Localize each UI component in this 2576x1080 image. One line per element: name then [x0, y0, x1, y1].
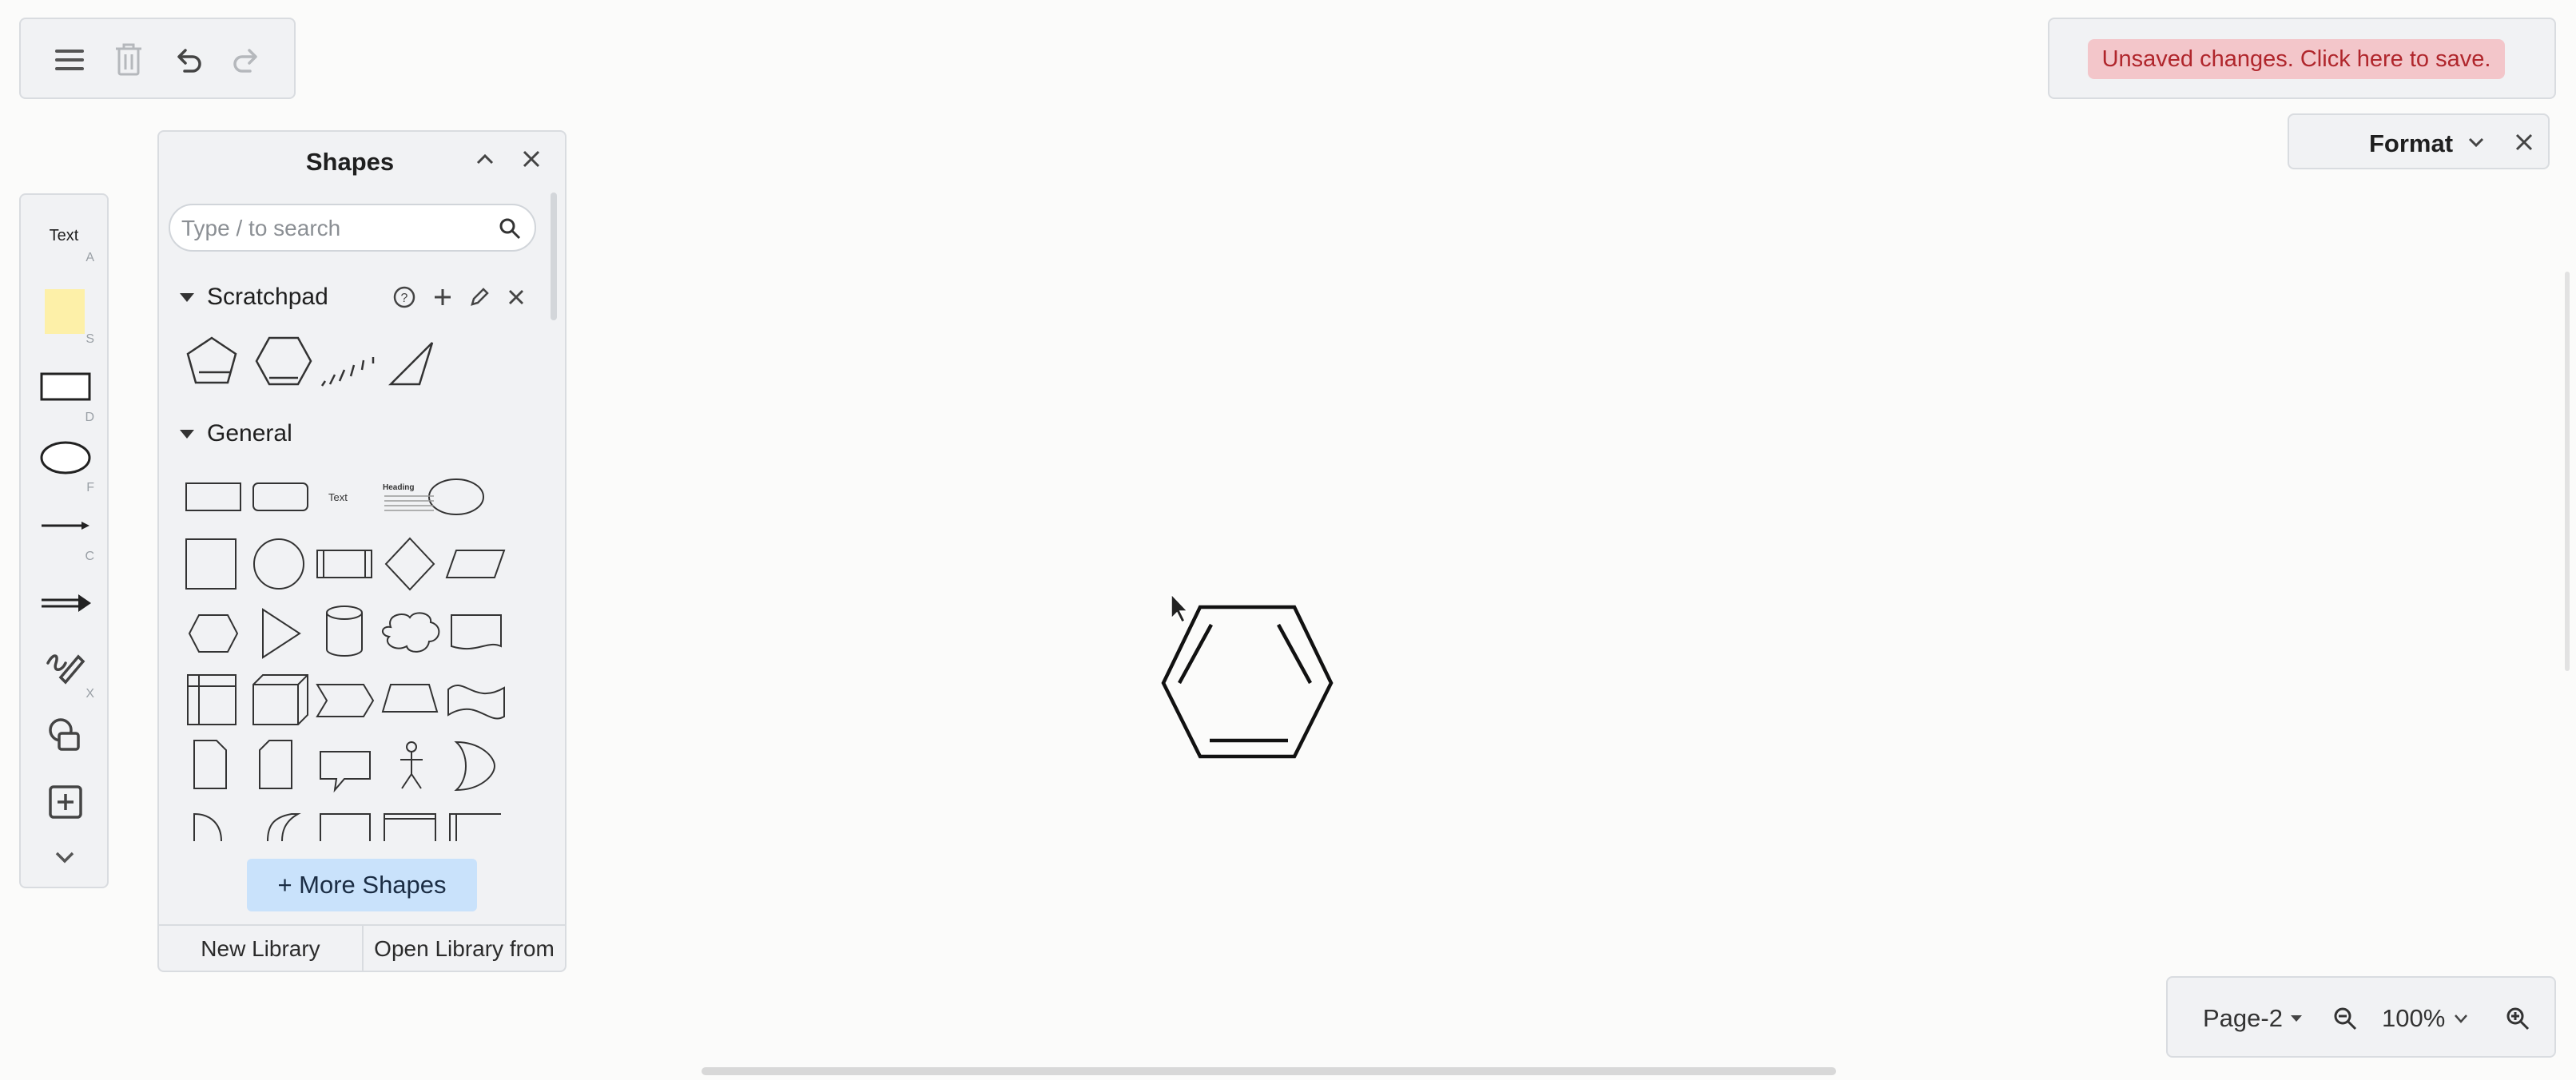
- more-shapes-button[interactable]: + More Shapes: [247, 859, 477, 911]
- edit-icon[interactable]: [466, 284, 493, 311]
- caret-down-icon: [2289, 1014, 2304, 1023]
- delete-icon[interactable]: [109, 40, 149, 80]
- shortcut-hint: C: [85, 550, 94, 563]
- close-icon[interactable]: [503, 284, 530, 311]
- close-icon[interactable]: [519, 146, 544, 172]
- line-tool[interactable]: C: [21, 508, 107, 572]
- benzene-hexagon[interactable]: [1161, 605, 1334, 759]
- arrow-icon: [42, 594, 91, 612]
- ellipse-tool[interactable]: F: [21, 438, 107, 502]
- close-icon[interactable]: [2511, 129, 2537, 155]
- caret-down-icon[interactable]: [180, 430, 194, 439]
- chevron-down-icon[interactable]: [2465, 131, 2487, 153]
- page-zoom-bar: Page-2 100%: [2166, 976, 2556, 1058]
- unsaved-changes-button[interactable]: Unsaved changes. Click here to save.: [2088, 39, 2505, 79]
- sticky-note-tool[interactable]: S: [21, 289, 107, 353]
- undo-icon[interactable]: [168, 40, 208, 80]
- text-tool-label: Text: [49, 227, 79, 244]
- open-library-button[interactable]: Open Library from: [364, 926, 565, 972]
- zoom-value: 100%: [2382, 1004, 2446, 1032]
- arrow-tool[interactable]: [21, 580, 107, 633]
- scratchpad-shapes[interactable]: [181, 332, 445, 391]
- freehand-icon: [46, 654, 85, 685]
- panel-scrollbar[interactable]: [551, 193, 557, 320]
- heading-shape-label: Heading: [383, 483, 414, 492]
- shape-search: [169, 204, 536, 252]
- add-icon[interactable]: [429, 284, 456, 311]
- shapes-panel-footer: New Library Open Library from: [159, 924, 565, 974]
- text-shape-label: Text: [328, 491, 348, 503]
- search-input[interactable]: [180, 210, 487, 247]
- zoom-level-select[interactable]: 100%: [2382, 978, 2469, 1059]
- shortcut-hint: A: [85, 251, 94, 264]
- shortcut-hint: D: [85, 411, 94, 424]
- svg-text:?: ?: [401, 292, 408, 305]
- expand-tools-button[interactable]: [21, 840, 107, 877]
- format-panel: Format: [2288, 113, 2550, 169]
- format-title[interactable]: Format: [2369, 129, 2453, 158]
- shortcut-hint: S: [85, 332, 94, 346]
- ellipse-icon: [40, 441, 91, 474]
- line-icon: [42, 522, 89, 530]
- rectangle-tool[interactable]: D: [21, 369, 107, 430]
- general-title[interactable]: General: [207, 420, 292, 447]
- redo-icon[interactable]: [227, 40, 267, 80]
- freehand-tool[interactable]: X: [21, 639, 107, 703]
- menu-icon[interactable]: [50, 40, 89, 80]
- zoom-out-icon[interactable]: [2328, 978, 2363, 1059]
- shapes-panel: Shapes Scratchpad ?: [157, 130, 566, 972]
- tools-sidebar: Text A S D F C X: [19, 193, 109, 888]
- shortcut-hint: X: [85, 687, 94, 701]
- page-name: Page-2: [2203, 1004, 2283, 1032]
- text-tool[interactable]: Text A: [21, 227, 107, 283]
- shapes-icon: [49, 718, 80, 751]
- help-icon[interactable]: ?: [391, 284, 418, 311]
- caret-down-icon[interactable]: [180, 293, 194, 302]
- main-toolbar: [19, 18, 296, 99]
- plus-square-icon: [49, 785, 82, 819]
- general-shapes-grid[interactable]: Text Heading: [180, 466, 515, 841]
- new-library-button[interactable]: New Library: [159, 926, 364, 972]
- rectangle-icon: [40, 372, 91, 401]
- mouse-cursor-icon: [1171, 593, 1189, 624]
- shapes-tool[interactable]: [21, 711, 107, 759]
- collapse-panel-icon[interactable]: [472, 146, 498, 172]
- scratchpad-title[interactable]: Scratchpad: [207, 284, 328, 311]
- search-icon[interactable]: [496, 215, 523, 242]
- save-notice-panel: Unsaved changes. Click here to save.: [2048, 18, 2556, 99]
- chevron-down-icon: [2453, 1013, 2469, 1024]
- vertical-scrollbar[interactable]: [2565, 272, 2570, 671]
- page-selector[interactable]: Page-2: [2203, 978, 2304, 1059]
- sticky-note-icon: [45, 289, 85, 334]
- chevron-down-icon: [55, 852, 74, 864]
- shortcut-hint: F: [86, 481, 94, 494]
- zoom-in-icon[interactable]: [2500, 978, 2535, 1059]
- insert-tool[interactable]: [21, 781, 107, 826]
- horizontal-scrollbar[interactable]: [702, 1067, 1836, 1075]
